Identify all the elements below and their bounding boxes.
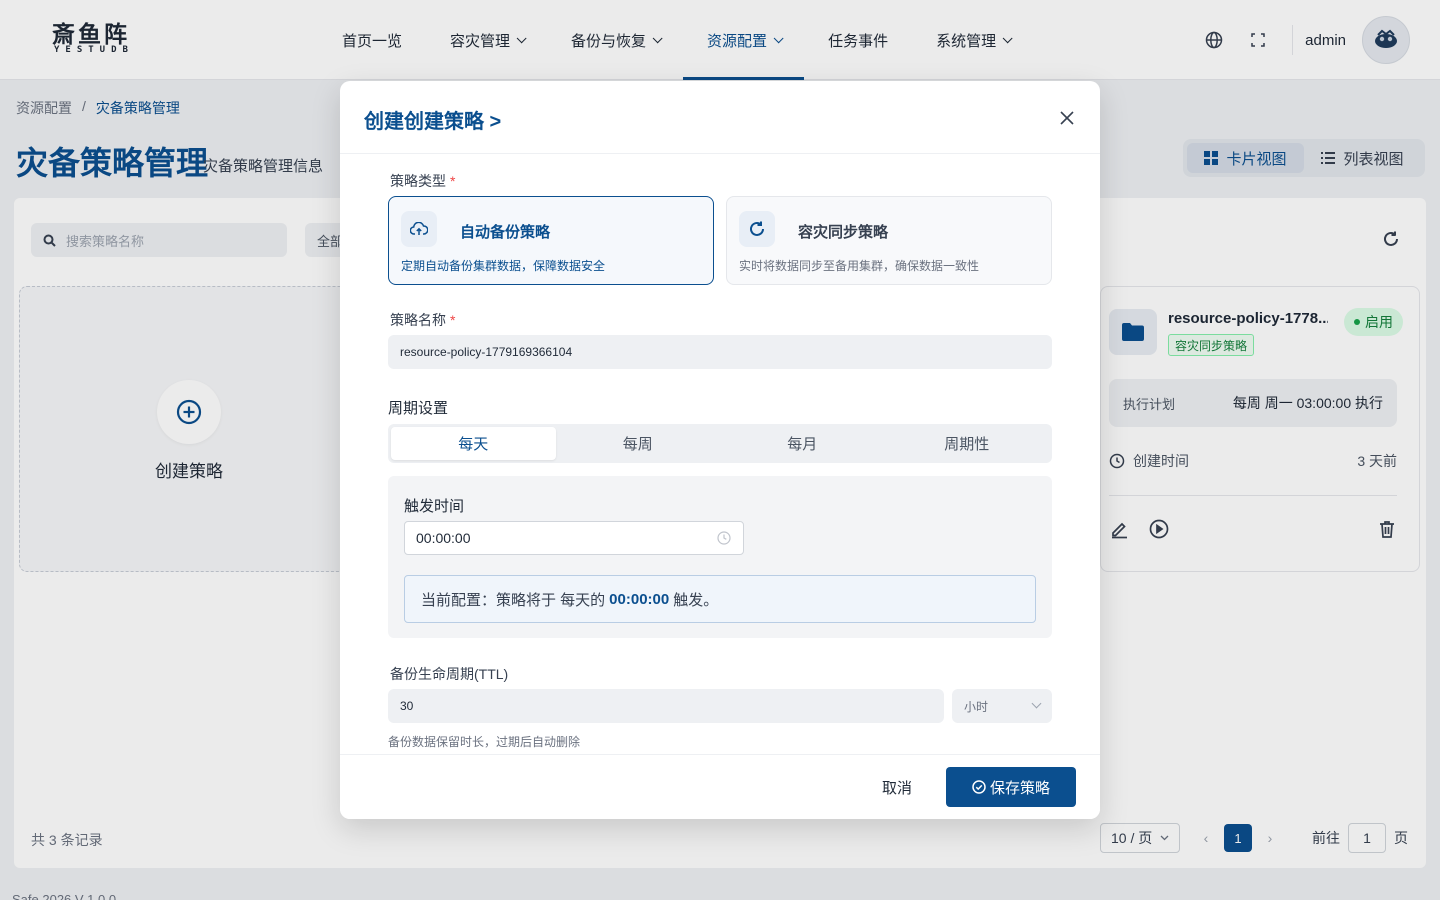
- save-policy-button[interactable]: 保存策略: [946, 767, 1076, 807]
- type-card-dr-sync[interactable]: 容灾同步策略 实时将数据同步至备用集群，确保数据一致性: [726, 196, 1052, 285]
- policy-name-input[interactable]: resource-policy-1779169366104: [388, 335, 1052, 369]
- sync-icon: [739, 211, 775, 247]
- dialog-footer: 取消 保存策略: [340, 754, 1100, 819]
- dialog-header: 创建创建策略 >: [340, 81, 1100, 154]
- ttl-hint: 备份数据保留时长，过期后自动删除: [388, 735, 581, 749]
- cancel-button[interactable]: 取消: [862, 767, 932, 807]
- cycle-config-box: 触发时间 00:00:00 当前配置：策略将于 每天的 00:00:00 触发。: [388, 476, 1052, 638]
- config-summary: 当前配置：策略将于 每天的 00:00:00 触发。: [404, 575, 1036, 623]
- tab-monthly[interactable]: 每月: [720, 427, 885, 460]
- cloud-upload-icon: [401, 211, 437, 247]
- tab-weekly[interactable]: 每周: [556, 427, 721, 460]
- cycle-settings-title: 周期设置: [388, 400, 449, 417]
- policy-name-label: 策略名称 *: [390, 312, 456, 328]
- cycle-tabs: 每天 每周 每月 周期性: [388, 424, 1052, 463]
- ttl-input[interactable]: 30: [388, 689, 944, 723]
- check-circle-icon: [972, 780, 986, 794]
- create-policy-dialog: 创建创建策略 > 策略类型 * 自动备份策略 定期自动备份集群数据，保障数据安全 …: [340, 81, 1100, 819]
- dialog-title: 创建创建策略 >: [364, 111, 502, 133]
- trigger-time-input[interactable]: 00:00:00: [404, 521, 744, 555]
- chevron-down-icon: [1031, 698, 1042, 709]
- type-card-auto-backup[interactable]: 自动备份策略 定期自动备份集群数据，保障数据安全: [388, 196, 714, 285]
- tab-periodic[interactable]: 周期性: [885, 427, 1050, 460]
- ttl-unit-select[interactable]: 小时: [952, 689, 1052, 723]
- ttl-label: 备份生命周期(TTL): [390, 666, 509, 682]
- close-icon[interactable]: [1056, 107, 1078, 129]
- tab-daily[interactable]: 每天: [391, 427, 556, 460]
- clock-icon: [717, 531, 731, 548]
- trigger-time-label: 触发时间: [404, 498, 465, 515]
- policy-type-label: 策略类型 *: [390, 173, 456, 189]
